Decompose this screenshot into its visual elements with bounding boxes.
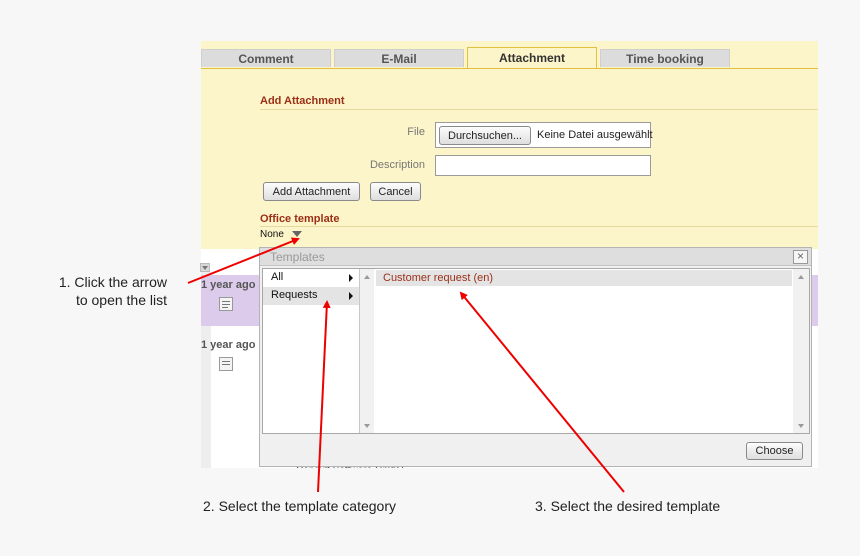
arrow-step1 [187,237,300,284]
arrow-step2 [317,300,331,493]
arrow-step3 [459,291,625,493]
annotation-arrows [187,237,625,493]
